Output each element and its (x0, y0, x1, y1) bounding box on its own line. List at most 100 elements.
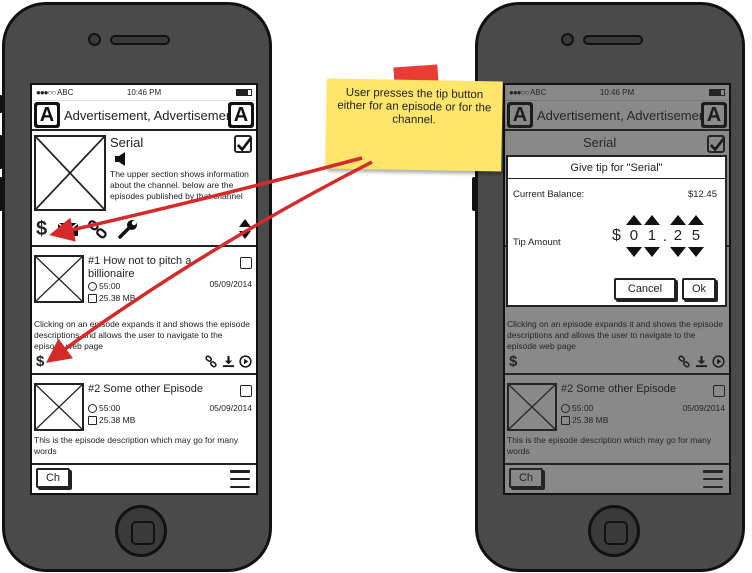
app-logo-left: A (507, 102, 533, 128)
signal-dots-icon: ●●●○○ (36, 88, 56, 97)
signal-dots-icon: ●●●○○ (509, 88, 529, 97)
app-logo-left[interactable]: A (34, 102, 60, 128)
floppy-disk-icon (561, 415, 570, 425)
episode-description: This is the episode description which ma… (507, 435, 712, 456)
episode-item-2: #2 Some other Episode 55:00 25.38 MB 05/… (505, 377, 729, 467)
tip-dialog: Give tip for "Serial" Current Balance: $… (506, 155, 727, 307)
left-phone: ●●●○○ ABC 10:46 PM A Advertisement, Adve… (0, 2, 272, 572)
channel-title: Serial (110, 135, 144, 150)
episode-item-2[interactable]: #2 Some other Episode 55:00 25.38 MB 05/… (32, 377, 256, 467)
episode-description: Clicking on an episode expands it and sh… (34, 319, 250, 351)
carrier-text: ABC (56, 88, 74, 97)
episode-image-placeholder (507, 383, 557, 431)
right-phone: ●●●○○ ABC 10:46 PM A Advertisement, Adve… (472, 2, 745, 572)
play-icon (712, 354, 725, 368)
home-button[interactable] (115, 505, 167, 557)
channel-section: Serial The upper section shows informati… (32, 131, 256, 247)
play-icon[interactable] (239, 354, 252, 368)
decrement-arrow-icon[interactable] (625, 247, 642, 257)
episode-checkbox (713, 385, 725, 397)
sort-arrows-icon[interactable] (238, 218, 252, 240)
balance-row: Current Balance: $12.45 (513, 189, 717, 200)
episode-image-placeholder (34, 255, 84, 303)
volume-down-button (472, 177, 476, 211)
channel-description: The upper section shows information abou… (110, 169, 249, 201)
digit-picker-1: 0 (625, 215, 643, 257)
channel-tab-button[interactable]: Ch (36, 468, 70, 488)
link-icon[interactable] (87, 218, 109, 240)
duration-text: 55:00 (572, 403, 594, 413)
channel-tip-button[interactable]: $ (34, 219, 49, 239)
digit-value: 5 (691, 227, 701, 244)
bottom-tab-bar: Ch (32, 463, 256, 493)
decrement-arrow-icon[interactable] (687, 247, 704, 257)
digit-picker-4: 5 (687, 215, 705, 257)
episode-toolbar: $ (509, 353, 725, 369)
cancel-button[interactable]: Cancel (614, 278, 676, 300)
battery-icon (236, 89, 252, 96)
increment-arrow-icon[interactable] (643, 215, 660, 225)
episode-toolbar: $ (36, 353, 252, 369)
channel-image-placeholder (34, 135, 106, 211)
menu-icon (703, 470, 723, 488)
clock-icon (561, 403, 570, 413)
digit-picker-2: 1 (643, 215, 661, 257)
subscribe-checkbox[interactable] (234, 135, 253, 153)
clock-icon (88, 281, 97, 291)
episode-duration: 55:00 (88, 403, 120, 413)
link-icon[interactable] (205, 355, 218, 368)
carrier-label: ●●●○○ ABC (509, 88, 546, 97)
channel-title: Serial (583, 135, 617, 150)
episode-date: 05/09/2014 (209, 403, 252, 413)
earpiece-speaker (110, 35, 170, 45)
envelope-icon[interactable] (57, 218, 79, 240)
size-text: 25.38 MB (99, 293, 136, 303)
front-camera (561, 33, 574, 46)
download-icon[interactable] (222, 355, 235, 368)
bottom-tab-bar: Ch (505, 463, 729, 493)
home-button[interactable] (588, 505, 640, 557)
decrement-arrow-icon[interactable] (643, 247, 660, 257)
front-camera (88, 33, 101, 46)
increment-arrow-icon[interactable] (669, 215, 686, 225)
floppy-disk-icon (88, 293, 97, 303)
menu-icon[interactable] (230, 470, 250, 488)
episode-title: #2 Some other Episode (88, 383, 203, 395)
episode-size: 25.38 MB (561, 415, 608, 425)
tip-amount-row: Tip Amount (513, 237, 561, 248)
digit-picker-3: 2 (669, 215, 687, 257)
episode-size: 25.38 MB (88, 415, 135, 425)
status-bar: ●●●○○ ABC 10:46 PM (32, 85, 256, 101)
battery-icon (709, 89, 725, 96)
decrement-arrow-icon[interactable] (669, 247, 686, 257)
balance-label: Current Balance: (513, 189, 585, 200)
size-text: 25.38 MB (572, 415, 609, 425)
floppy-disk-icon (88, 415, 97, 425)
clock-icon (88, 403, 97, 413)
episode-checkbox[interactable] (240, 257, 252, 269)
episode-description: Clicking on an episode expands it and sh… (507, 319, 723, 351)
increment-arrow-icon[interactable] (625, 215, 642, 225)
episode-item-1[interactable]: #1 How not to pitch a billionaire 55:00 … (32, 249, 256, 375)
increment-arrow-icon[interactable] (687, 215, 704, 225)
status-bar: ●●●○○ ABC 10:46 PM (505, 85, 729, 101)
tip-amount-picker: $ 0 1 . 2 5 (612, 215, 705, 257)
episode-image-placeholder (34, 383, 84, 431)
logo-letter: A (231, 104, 251, 126)
ok-button[interactable]: Ok (682, 278, 716, 300)
app-logo-right[interactable]: A (228, 102, 254, 128)
app-header: A Advertisement, Advertisement A (32, 101, 256, 131)
episode-date: 05/09/2014 (682, 403, 725, 413)
speaker-icon[interactable] (114, 151, 128, 167)
episode-description: This is the episode description which ma… (34, 435, 239, 456)
episode-title: #2 Some other Episode (561, 383, 676, 395)
episode-tip-button[interactable]: $ (36, 354, 44, 369)
duration-text: 55:00 (99, 281, 121, 291)
episode-checkbox[interactable] (240, 385, 252, 397)
wrench-icon[interactable] (117, 218, 139, 240)
app-logo-right: A (701, 102, 727, 128)
earpiece-speaker (583, 35, 643, 45)
sticky-note-text: User presses the tip button either for a… (337, 86, 492, 127)
balance-value: $12.45 (687, 189, 717, 200)
channel-tab-button: Ch (509, 468, 543, 488)
